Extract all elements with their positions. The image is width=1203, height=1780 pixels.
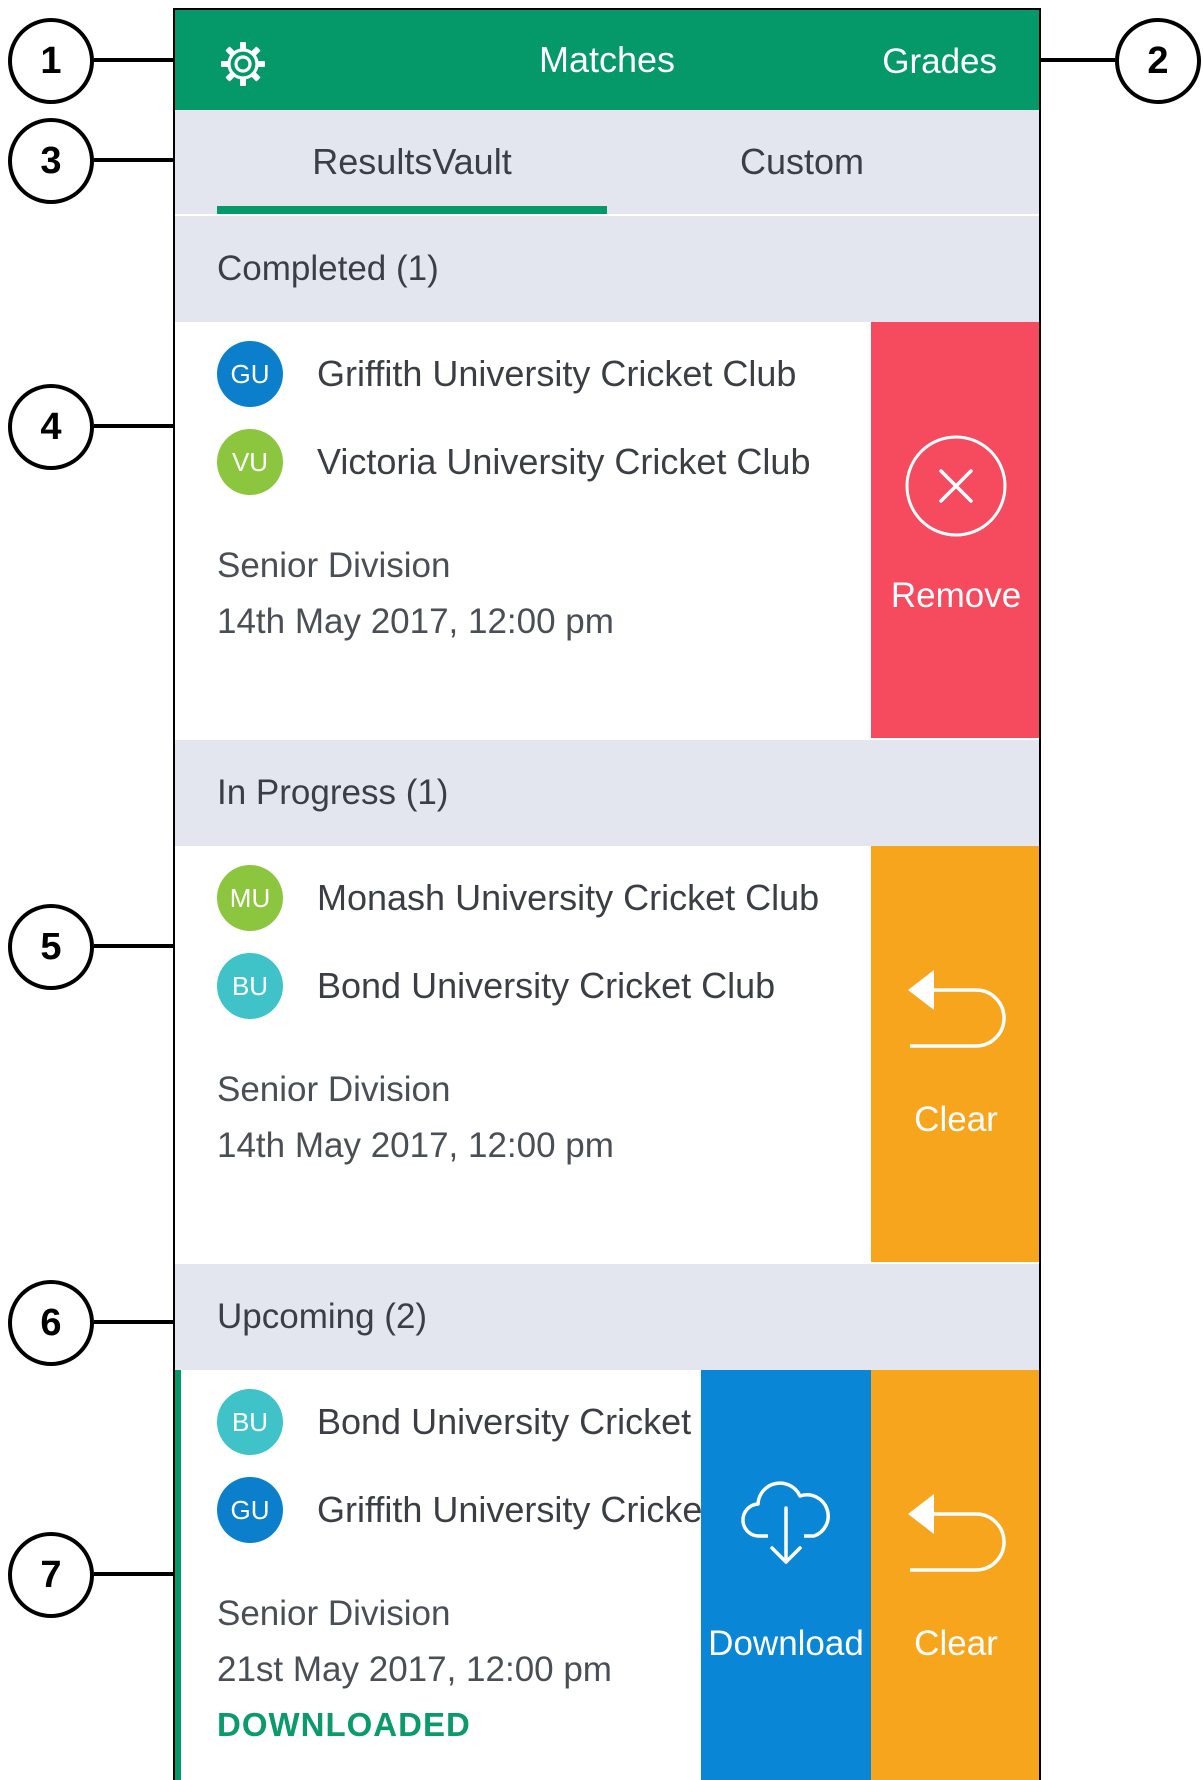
callout-4: 4 [8,384,94,470]
team-avatar: VU [217,429,283,495]
match-datetime: 21st May 2017, 12:00 pm [217,1650,612,1689]
callout-1: 1 [8,18,94,104]
callout-2: 2 [1115,18,1201,104]
download-status: DOWNLOADED [217,1706,471,1743]
download-label: Download [708,1624,864,1663]
callout-6: 6 [8,1280,94,1366]
tab-custom[interactable]: Custom [607,110,997,214]
match-datetime: 14th May 2017, 12:00 pm [217,1126,614,1165]
callout-number: 1 [40,39,62,82]
callout-2-leader [1041,58,1115,62]
callout-number: 3 [40,139,62,182]
undo-arrow-icon [908,970,1006,1048]
remove-button[interactable]: Remove [871,322,1039,738]
callout-number: 6 [40,1301,62,1344]
app-screen: Matches Grades ResultsVault Custom Compl… [173,8,1041,1780]
team-avatar: BU [217,953,283,1019]
team-row: GU Griffith University Cricket Club [217,341,797,407]
section-header-completed: Completed (1) [175,216,1039,322]
callout-1-leader [94,58,174,62]
team-row: VU Victoria University Cricket Club [217,429,811,495]
team-row: BU Bond University Cricket Club [217,953,776,1019]
clear-button[interactable]: Clear [871,846,1039,1262]
callout-number: 4 [40,405,62,448]
team-name: Bond University Cricket Club [317,965,776,1006]
team-row: MU Monash University Cricket Club [217,865,820,931]
tab-resultsvault[interactable]: ResultsVault [217,110,607,214]
cloud-download-icon [741,1481,830,1564]
section-header-upcoming: Upcoming (2) [175,1264,1039,1370]
match-division: Senior Division [217,546,451,585]
match-card-in-progress[interactable]: MU Monash University Cricket Club BU Bon… [175,846,1039,1262]
callout-3: 3 [8,118,94,204]
clear-label: Clear [914,1624,998,1663]
callout-3-leader [94,158,174,162]
clear-label: Clear [914,1100,998,1139]
team-name: Monash University Cricket Club [317,877,820,918]
callout-number: 7 [40,1553,62,1596]
team-avatar: GU [217,1477,283,1543]
callout-number: 2 [1147,39,1169,82]
match-division: Senior Division [217,1594,451,1633]
match-division: Senior Division [217,1070,451,1109]
team-avatar: GU [217,341,283,407]
team-avatar: BU [217,1389,283,1455]
team-row: BU Bond University Cricket Club [217,1389,775,1455]
callout-5-leader [94,944,174,948]
source-tabs: ResultsVault Custom [175,110,1039,216]
grades-button[interactable]: Grades [882,10,997,110]
callout-7: 7 [8,1532,94,1618]
downloaded-accent-bar [175,1370,181,1780]
callout-5: 5 [8,904,94,990]
active-tab-indicator [217,206,607,214]
download-button[interactable]: Download [701,1370,871,1780]
callout-number: 5 [40,925,62,968]
match-card-completed[interactable]: GU Griffith University Cricket Club VU V… [175,322,1039,738]
team-avatar: MU [217,865,283,931]
remove-x-icon [905,435,1007,537]
section-header-in-progress: In Progress (1) [175,740,1039,846]
team-name: Victoria University Cricket Club [317,441,811,482]
top-nav-bar: Matches Grades [175,10,1039,110]
remove-label: Remove [890,576,1022,615]
team-name: Griffith University Cricket Club [317,353,797,394]
match-datetime: 14th May 2017, 12:00 pm [217,602,614,641]
callout-6-leader [94,1320,174,1324]
match-card-upcoming[interactable]: BU Bond University Cricket Club GU Griff… [175,1370,1039,1780]
undo-arrow-icon [908,1494,1006,1572]
callout-4-leader [94,424,174,428]
clear-button[interactable]: Clear [871,1370,1039,1780]
